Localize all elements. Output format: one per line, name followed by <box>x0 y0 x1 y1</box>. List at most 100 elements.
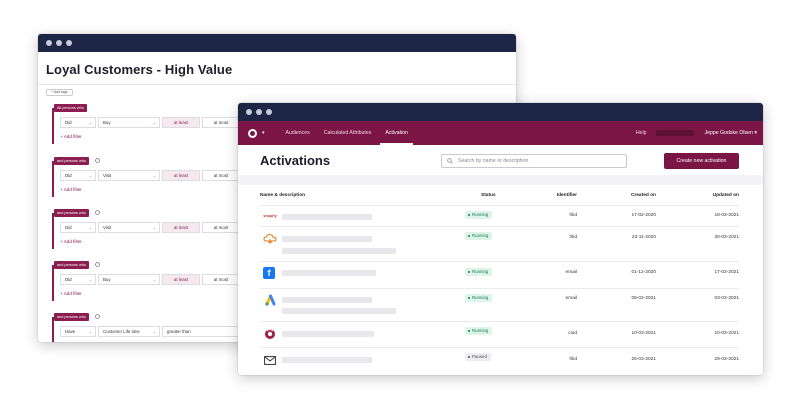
created-cell: 23-11-2020 <box>631 235 656 240</box>
chevron-down-icon: ⌄ <box>152 173 156 178</box>
created-cell: 25-03-2021 <box>631 357 656 362</box>
table-row[interactable]: Paused hlid 25-03-2021 29-03-2021 <box>260 347 739 373</box>
add-filter-link[interactable]: + Add filter <box>60 239 82 244</box>
table-row[interactable]: f Running email 01-12-2020 17-03-2021 <box>260 261 739 288</box>
group-bracket <box>52 161 54 197</box>
search-icon <box>447 158 453 164</box>
top-navigation: ▾ Audiences Calculated Attributes Activa… <box>238 121 763 145</box>
created-cell: 08-02-2021 <box>631 296 656 301</box>
window-dot[interactable] <box>246 109 252 115</box>
filter-row: Have ⌄ Customer Life time ⌄ greater than <box>60 326 262 337</box>
info-icon[interactable] <box>95 210 100 215</box>
window-dot[interactable] <box>266 109 272 115</box>
nav-calculated-attributes[interactable]: Calculated Attributes <box>317 121 379 145</box>
redacted-workspace[interactable] <box>656 130 695 136</box>
chevron-down-icon: ⌄ <box>88 225 92 230</box>
app-logo-icon[interactable] <box>248 128 257 138</box>
chevron-down-icon: ⌄ <box>152 277 156 282</box>
info-icon[interactable] <box>95 314 100 319</box>
identifier-cell: email <box>565 296 577 301</box>
search-input[interactable]: Search by name or description <box>441 154 627 168</box>
col-created[interactable]: Created on <box>631 193 656 198</box>
group-bracket <box>52 108 54 144</box>
help-link[interactable]: Help <box>636 130 647 136</box>
identifier-cell: email <box>565 270 577 275</box>
operator-at-most[interactable]: at most <box>202 170 240 181</box>
search-placeholder: Search by name or description <box>458 158 529 164</box>
brand-logo-icon <box>263 327 277 341</box>
operator-at-least[interactable]: at least <box>162 222 200 233</box>
group-condition-pill[interactable]: All persons who <box>54 104 87 112</box>
operator-at-most[interactable]: at most <box>202 222 240 233</box>
table-row[interactable]: Running hlid 23-11-2020 30-03-2021 <box>260 226 739 261</box>
table-header: Name & description Status Identifier Cre… <box>260 193 739 203</box>
identifier-cell: hlid <box>569 357 577 362</box>
filter-row: Did⌄ Visit⌄ at least at most exac <box>60 222 262 233</box>
chevron-down-icon: ⌄ <box>152 329 156 334</box>
updated-cell: 18-03-2021 <box>714 213 739 218</box>
add-tags-button[interactable]: + Add tags <box>46 89 73 96</box>
verb-select[interactable]: Did ⌄ <box>60 222 96 233</box>
add-filter-link[interactable]: + Add filter <box>60 134 82 139</box>
chevron-down-icon[interactable]: ▾ <box>262 130 265 136</box>
group-bracket <box>52 265 54 301</box>
filter-row: Did⌄ Buy⌄ at least at most exac <box>60 117 262 128</box>
operator-at-least[interactable]: at least <box>162 117 200 128</box>
identifier-cell: hlid <box>569 235 577 240</box>
operator-at-most[interactable]: at most <box>202 117 240 128</box>
group-condition-pill[interactable]: and persons who <box>54 261 89 269</box>
status-badge: Running <box>465 294 493 302</box>
user-menu[interactable]: Jeppe Godske Olsen ▾ <box>704 130 757 136</box>
created-cell: 01-12-2020 <box>631 270 656 275</box>
window-titlebar <box>38 34 516 52</box>
event-select[interactable]: Buy ⌄ <box>98 117 160 128</box>
operator-at-most[interactable]: at most <box>202 274 240 285</box>
table-row[interactable]: Running coid 10-03-2021 10-03-2021 <box>260 321 739 347</box>
window-dot[interactable] <box>66 40 72 46</box>
status-badge: Paused <box>465 353 491 361</box>
attribute-select[interactable]: Customer Life time ⌄ <box>98 326 160 337</box>
chevron-down-icon: ⌄ <box>88 329 92 334</box>
verb-select[interactable]: Have ⌄ <box>60 326 96 337</box>
updated-cell: 03-03-2021 <box>714 296 739 301</box>
info-icon[interactable] <box>95 262 100 267</box>
page-title: Activations <box>260 153 331 168</box>
group-condition-pill[interactable]: and persons who <box>54 209 89 217</box>
chevron-down-icon: ▾ <box>754 130 757 136</box>
name-placeholder <box>282 214 372 220</box>
table-row[interactable]: Running email 08-02-2021 03-03-2021 <box>260 288 739 321</box>
facebook-icon: f <box>263 267 275 279</box>
info-icon[interactable] <box>95 158 100 163</box>
window-dot[interactable] <box>56 40 62 46</box>
col-name[interactable]: Name & description <box>260 193 305 198</box>
table-row[interactable]: shopify Running hlid 17-02-2020 18-03-20… <box>260 205 739 226</box>
filter-row: Did⌄ Buy⌄ at least at most exac <box>60 274 262 285</box>
col-status[interactable]: Status <box>481 193 496 198</box>
chevron-down-icon: ⌄ <box>88 277 92 282</box>
nav-audiences[interactable]: Audiences <box>279 121 317 145</box>
add-filter-link[interactable]: + Add filter <box>60 291 82 296</box>
nav-activation[interactable]: Activation <box>378 121 415 145</box>
group-bracket <box>52 213 54 249</box>
event-select[interactable]: Visit ⌄ <box>98 222 160 233</box>
col-updated[interactable]: Updated on <box>713 193 739 198</box>
verb-select[interactable]: Did ⌄ <box>60 274 96 285</box>
verb-select[interactable]: Did ⌄ <box>60 117 96 128</box>
updated-cell: 30-03-2021 <box>714 235 739 240</box>
window-dot[interactable] <box>46 40 52 46</box>
identifier-cell: hlid <box>569 213 577 218</box>
window-dot[interactable] <box>256 109 262 115</box>
divider <box>38 84 516 85</box>
group-condition-pill[interactable]: and persons who <box>54 313 89 321</box>
col-identifier[interactable]: Identifier <box>557 193 577 198</box>
operator-at-least[interactable]: at least <box>162 170 200 181</box>
user-name: Jeppe Godske Olsen <box>704 130 753 136</box>
create-activation-button[interactable]: Create new activation <box>664 153 739 169</box>
shopify-wordmark: shopify <box>263 214 277 218</box>
group-condition-pill[interactable]: and persons who <box>54 157 89 165</box>
verb-select[interactable]: Did ⌄ <box>60 170 96 181</box>
add-filter-link[interactable]: + Add filter <box>60 187 82 192</box>
operator-at-least[interactable]: at least <box>162 274 200 285</box>
event-select[interactable]: Buy ⌄ <box>98 274 160 285</box>
event-select[interactable]: Visit ⌄ <box>98 170 160 181</box>
